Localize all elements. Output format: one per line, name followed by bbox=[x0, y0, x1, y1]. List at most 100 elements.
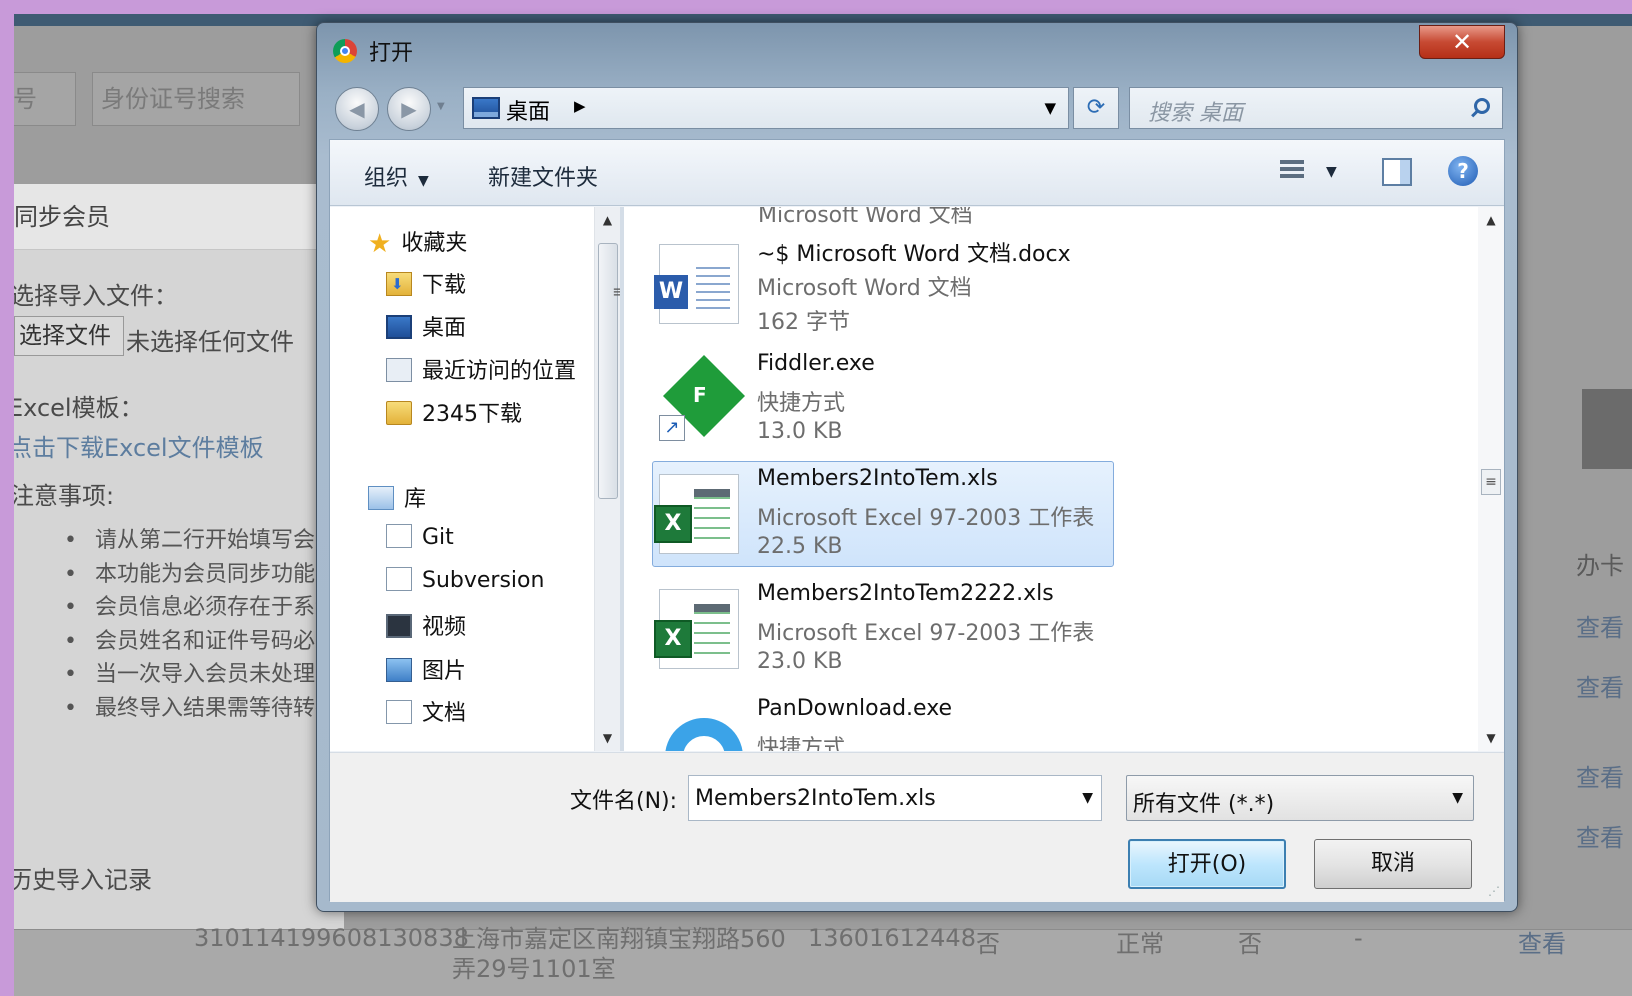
open-button[interactable]: 打开(O) bbox=[1128, 839, 1286, 889]
background-select-file-label: 选择导入文件： bbox=[14, 282, 178, 310]
dialog-bottom-area: 文件名(N): Members2IntoTem.xls ▼ 所有文件 (*.*)… bbox=[330, 752, 1504, 902]
file-item[interactable]: Members2IntoTem2222.xls Microsoft Excel … bbox=[652, 576, 1114, 682]
scroll-up-icon[interactable]: ▲ bbox=[595, 213, 620, 227]
word-doc-icon bbox=[654, 244, 739, 324]
chevron-down-icon[interactable]: ▼ bbox=[1082, 790, 1093, 806]
background-cell-id: 310114199608130838 bbox=[194, 924, 469, 952]
file-name: ~$ Microsoft Word 文档.docx bbox=[757, 242, 1071, 267]
background-cell-address: 上海市嘉定区南翔镇宝翔路560弄29号1101室 bbox=[452, 925, 786, 983]
file-list-scroll-thumb[interactable]: ≡ bbox=[1481, 469, 1501, 495]
background-id-search-input: 身份证号搜索 bbox=[92, 72, 300, 126]
background-sync-panel: 同步会员 选择导入文件： 选择文件 未选择任何文件 Excel模板： 点击下载E… bbox=[14, 184, 344, 929]
nav-item-documents[interactable]: 文档 bbox=[386, 695, 466, 731]
file-name: PanDownload.exe bbox=[757, 696, 953, 721]
subversion-library-icon bbox=[386, 567, 412, 591]
nav-item-label: 桌面 bbox=[422, 316, 467, 341]
file-type-select[interactable]: 所有文件 (*.*) ▼ bbox=[1126, 775, 1474, 821]
nav-item-desktop[interactable]: 桌面 bbox=[386, 310, 466, 346]
excel-file-icon bbox=[654, 474, 739, 554]
background-view-link: 查看 bbox=[1576, 824, 1624, 852]
file-size: 162 字节 bbox=[757, 310, 850, 335]
background-cell-dash: - bbox=[1354, 924, 1363, 952]
background-view-link: 查看 bbox=[1576, 614, 1624, 642]
background-table-row: 310114199608130838 上海市嘉定区南翔镇宝翔路560弄29号11… bbox=[14, 924, 1632, 996]
nav-item-label: Subversion bbox=[422, 568, 545, 593]
file-name: Fiddler.exe bbox=[757, 351, 875, 376]
view-options-icon[interactable] bbox=[1280, 160, 1308, 186]
nav-item-2345-downloads[interactable]: 2345下载 bbox=[386, 396, 522, 432]
background-right-cell: 办卡 bbox=[1576, 552, 1624, 580]
filename-input[interactable]: Members2IntoTem.xls ▼ bbox=[688, 775, 1102, 821]
address-dropdown-icon[interactable]: ▼ bbox=[1044, 99, 1056, 117]
background-view-link: 查看 bbox=[1576, 674, 1624, 702]
scroll-down-icon[interactable]: ▼ bbox=[595, 731, 620, 745]
breadcrumb-chevron-icon[interactable]: ▶ bbox=[574, 97, 586, 115]
nav-item-subversion[interactable]: Subversion bbox=[386, 567, 544, 603]
close-button[interactable]: ✕ bbox=[1419, 25, 1505, 59]
preview-pane-icon[interactable] bbox=[1382, 158, 1412, 186]
nav-item-label: 图片 bbox=[422, 659, 467, 684]
recent-locations-dropdown[interactable]: ▼ bbox=[437, 101, 445, 112]
nav-item-recent-places[interactable]: 最近访问的位置 bbox=[386, 353, 576, 389]
help-icon[interactable]: ? bbox=[1448, 156, 1478, 186]
nav-favorites-label: 收藏夹 bbox=[401, 231, 468, 256]
background-cell-view: 查看 bbox=[1518, 930, 1566, 958]
nav-favorites[interactable]: ★ 收藏夹 bbox=[368, 225, 467, 261]
background-cell-status: 正常 bbox=[1116, 930, 1164, 958]
background-cell-flag: 否 bbox=[976, 930, 1000, 958]
organize-label: 组织 bbox=[364, 166, 409, 191]
nav-item-pictures[interactable]: 图片 bbox=[386, 653, 466, 689]
dialog-title: 打开 bbox=[369, 41, 414, 66]
search-placeholder: 搜索 桌面 bbox=[1148, 101, 1243, 126]
downloads-folder-icon bbox=[386, 272, 412, 296]
chrome-app-icon bbox=[333, 39, 357, 63]
view-dropdown-icon[interactable]: ▼ bbox=[1326, 164, 1337, 180]
nav-libraries[interactable]: 库 bbox=[368, 481, 426, 517]
back-button[interactable] bbox=[335, 87, 379, 131]
partial-file-type: Microsoft Word 文档 bbox=[758, 207, 973, 228]
excel-file-icon bbox=[654, 589, 739, 669]
organize-button[interactable]: 组织 ▼ bbox=[364, 160, 429, 192]
folder-icon bbox=[386, 401, 412, 425]
navigation-pane: ★ 收藏夹 下载 桌面 最近访问的位置 2345下载 库 Git Subversi… bbox=[330, 207, 620, 751]
filename-value[interactable]: Members2IntoTem.xls bbox=[695, 786, 936, 811]
nav-item-videos[interactable]: 视频 bbox=[386, 609, 466, 645]
nav-item-label: 视频 bbox=[422, 615, 467, 640]
background-search-fragment: 号 bbox=[14, 72, 76, 126]
file-item[interactable]: PanDownload.exe 快捷方式 bbox=[652, 691, 1114, 751]
file-item[interactable]: F ↗ Fiddler.exe 快捷方式 13.0 KB bbox=[652, 346, 1114, 452]
dialog-toolbar: 组织 ▼ 新建文件夹 ▼ ? bbox=[330, 140, 1504, 206]
new-folder-button[interactable]: 新建文件夹 bbox=[488, 160, 598, 192]
desktop-icon bbox=[386, 315, 412, 339]
scroll-down-icon[interactable]: ▼ bbox=[1478, 731, 1504, 745]
background-history-title: 历史导入记录 bbox=[14, 866, 152, 894]
forward-button[interactable] bbox=[387, 87, 431, 131]
refresh-button[interactable]: ⟳ bbox=[1073, 87, 1119, 129]
filename-label: 文件名(N): bbox=[570, 789, 678, 814]
scroll-up-icon[interactable]: ▲ bbox=[1478, 213, 1504, 227]
cancel-button[interactable]: 取消 bbox=[1314, 839, 1472, 889]
file-type: Microsoft Excel 97-2003 工作表 bbox=[757, 506, 1095, 531]
file-type: 快捷方式 bbox=[757, 736, 846, 751]
chevron-down-icon[interactable]: ▼ bbox=[1452, 790, 1463, 806]
address-bar[interactable]: 桌面 ▶ ▼ bbox=[463, 87, 1069, 129]
file-size: 13.0 KB bbox=[757, 419, 843, 444]
chevron-down-icon: ▼ bbox=[418, 173, 429, 189]
background-right-dark-block bbox=[1582, 389, 1632, 469]
nav-item-git[interactable]: Git bbox=[386, 524, 454, 560]
file-item[interactable]: ~$ Microsoft Word 文档.docx Microsoft Word… bbox=[652, 231, 1114, 337]
file-list-scrollbar[interactable]: ▲ ≡ ▼ bbox=[1478, 207, 1504, 751]
dialog-title-bar[interactable]: 打开 ✕ bbox=[317, 23, 1517, 75]
recent-places-icon bbox=[386, 358, 412, 382]
address-breadcrumb-desktop[interactable]: 桌面 bbox=[506, 94, 550, 126]
background-note-item: 请从第二行开始填写会员 bbox=[64, 522, 337, 556]
search-icon[interactable] bbox=[1474, 98, 1490, 114]
nav-libraries-label: 库 bbox=[404, 487, 427, 512]
nav-item-downloads[interactable]: 下载 bbox=[386, 267, 466, 303]
file-item-selected[interactable]: Members2IntoTem.xls Microsoft Excel 97-2… bbox=[652, 461, 1114, 567]
file-type: 快捷方式 bbox=[757, 391, 846, 416]
file-list: Microsoft Word 文档 ~$ Microsoft Word 文档.d… bbox=[624, 207, 1504, 751]
background-excel-template-label: Excel模板： bbox=[14, 394, 144, 422]
resize-grip-icon[interactable]: ⋰ bbox=[1488, 884, 1500, 898]
search-input[interactable]: 搜索 桌面 bbox=[1129, 87, 1503, 129]
